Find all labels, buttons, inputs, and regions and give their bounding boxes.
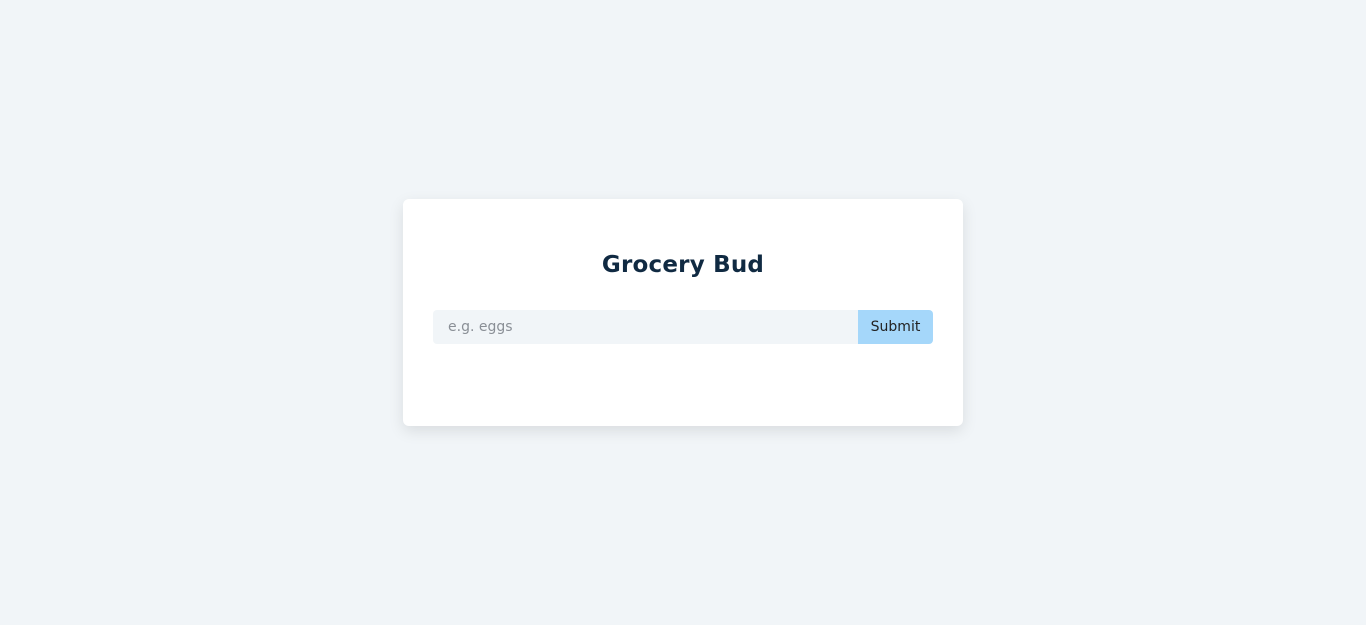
grocery-item-input[interactable] [433, 310, 858, 344]
grocery-card: Grocery Bud Submit [403, 199, 963, 426]
app-title: Grocery Bud [601, 252, 765, 278]
grocery-form: Submit [433, 310, 933, 344]
submit-button[interactable]: Submit [858, 310, 933, 344]
page: Grocery Bud Submit [0, 0, 1366, 625]
